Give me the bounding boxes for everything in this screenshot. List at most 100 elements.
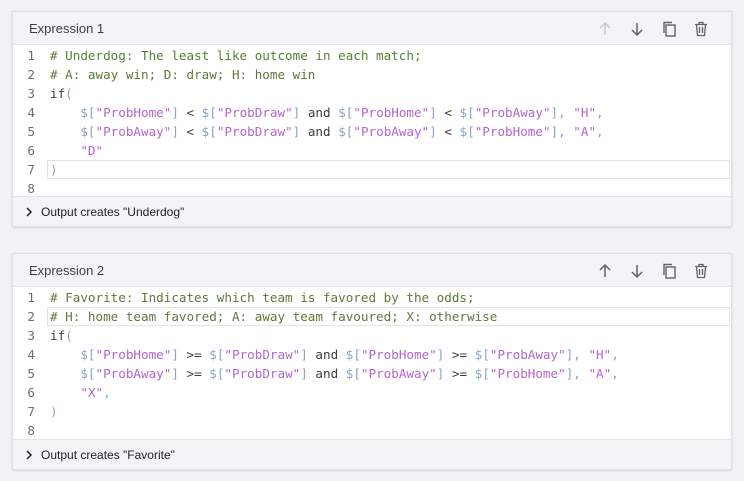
chevron-right-icon [26, 206, 33, 217]
code-token: $[ [474, 347, 490, 362]
code-text: $["ProbHome"] >= $["ProbDraw"] and $["Pr… [50, 345, 619, 364]
code-token: < [444, 124, 460, 139]
line-number: 4 [27, 347, 35, 362]
code-token: ) [50, 404, 58, 419]
output-toggle[interactable]: Output creates "Underdog" [13, 196, 731, 226]
code-token: "ProbHome" [474, 124, 551, 139]
code-token: ] [171, 366, 187, 381]
code-token: "ProbHome" [489, 366, 566, 381]
code-token: ], [565, 366, 589, 381]
copy-icon [663, 263, 676, 279]
code-token: ] [429, 105, 445, 120]
code-token: ( [65, 86, 73, 101]
code-text: $["ProbHome"] < $["ProbDraw"] and $["Pro… [50, 103, 604, 122]
code-token: "ProbHome" [95, 347, 172, 362]
code-token: "ProbDraw" [216, 105, 293, 120]
code-token: , [596, 105, 604, 120]
code-line: 1 # Underdog: The least like outcome in e… [13, 46, 731, 65]
code-token: ) [50, 162, 58, 177]
code-line: 6 "D" [13, 141, 731, 160]
code-token: "H" [573, 105, 597, 120]
line-number: 1 [27, 290, 35, 305]
code-token: , [103, 385, 111, 400]
code-line: 5 $["ProbAway"] >= $["ProbDraw"] and $["… [13, 364, 731, 383]
arrow-down-icon [631, 264, 643, 278]
code-token: $[ [209, 347, 225, 362]
trash-icon [695, 21, 707, 36]
expression-header: Expression 2 [13, 254, 731, 287]
code-token: and [315, 347, 346, 362]
code-token: , [596, 124, 604, 139]
move-down-button[interactable] [621, 13, 653, 45]
code-token: >= [186, 366, 210, 381]
code-token: ] [171, 105, 187, 120]
code-token: $[ [50, 124, 96, 139]
code-token: "ProbDraw" [224, 366, 301, 381]
code-line: 3 if( [13, 84, 731, 103]
code-token: ] [171, 347, 187, 362]
move-up-button[interactable] [589, 255, 621, 287]
code-token: ], [550, 105, 574, 120]
line-number: 4 [27, 105, 35, 120]
code-text: $["ProbAway"] >= $["ProbDraw"] and $["Pr… [50, 364, 618, 383]
code-token: >= [451, 347, 475, 362]
line-number: 8 [27, 423, 35, 438]
code-line: 5 $["ProbAway"] < $["ProbDraw"] and $["P… [13, 122, 731, 141]
code-token: "A" [573, 124, 597, 139]
code-text: # H: home team favored; A: away team fav… [50, 307, 497, 326]
code-token: ] [171, 124, 187, 139]
code-text: if( [50, 84, 73, 103]
code-token: "ProbHome" [360, 347, 437, 362]
code-token: ( [65, 328, 73, 343]
copy-icon [663, 21, 676, 37]
line-number: 6 [27, 143, 35, 158]
expression-header: Expression 1 [13, 12, 731, 45]
line-number: 1 [27, 48, 35, 63]
code-token: "H" [588, 347, 612, 362]
line-number: 6 [27, 385, 35, 400]
code-text: if( [50, 326, 73, 345]
code-text: # Favorite: Indicates which team is favo… [50, 288, 475, 307]
code-token: , [611, 347, 619, 362]
code-token: $[ [459, 105, 475, 120]
code-token: if [50, 328, 66, 343]
code-token: $[ [345, 366, 361, 381]
expression-card-2: Expression 2 1 # Favorite: Indicates whic… [12, 253, 732, 470]
trash-icon [695, 263, 707, 278]
code-token: < [444, 105, 460, 120]
arrow-down-icon [631, 22, 643, 36]
code-line: 2 # H: home team favored; A: away team fa… [13, 307, 731, 326]
code-token: "ProbAway" [360, 366, 437, 381]
code-text: ) [50, 402, 58, 421]
code-text: "D" [50, 141, 103, 160]
code-editor[interactable]: 1 # Underdog: The least like outcome in e… [13, 45, 731, 197]
copy-button[interactable] [653, 13, 685, 45]
line-number: 3 [27, 86, 35, 101]
move-up-button[interactable] [589, 13, 621, 45]
chevron-right-icon [26, 449, 33, 460]
delete-button[interactable] [685, 255, 717, 287]
code-line: 4 $["ProbHome"] < $["ProbDraw"] and $["P… [13, 103, 731, 122]
code-token: "A" [588, 366, 612, 381]
code-token: ], [550, 124, 574, 139]
output-label: Output creates "Underdog" [41, 204, 185, 219]
move-down-button[interactable] [621, 255, 653, 287]
expression-card-1: Expression 1 1 # Underdog: The least like… [12, 11, 732, 227]
arrow-up-icon [599, 21, 611, 35]
code-token: "ProbHome" [95, 105, 172, 120]
line-number: 5 [27, 366, 35, 381]
code-editor[interactable]: 1 # Favorite: Indicates which team is fav… [13, 287, 731, 439]
code-token: # Favorite: Indicates which team is favo… [50, 290, 475, 305]
code-token: $[ [338, 124, 354, 139]
line-number: 7 [27, 162, 35, 177]
code-token: ] [436, 347, 452, 362]
code-token: $[ [209, 366, 225, 381]
code-token: $[ [474, 366, 490, 381]
output-toggle[interactable]: Output creates "Favorite" [13, 439, 731, 469]
code-token: < [186, 105, 202, 120]
code-line: 1 # Favorite: Indicates which team is fav… [13, 288, 731, 307]
delete-button[interactable] [685, 13, 717, 45]
copy-button[interactable] [653, 255, 685, 287]
code-token: $[ [50, 105, 96, 120]
code-token: # Underdog: The least like outcome in ea… [50, 48, 422, 63]
